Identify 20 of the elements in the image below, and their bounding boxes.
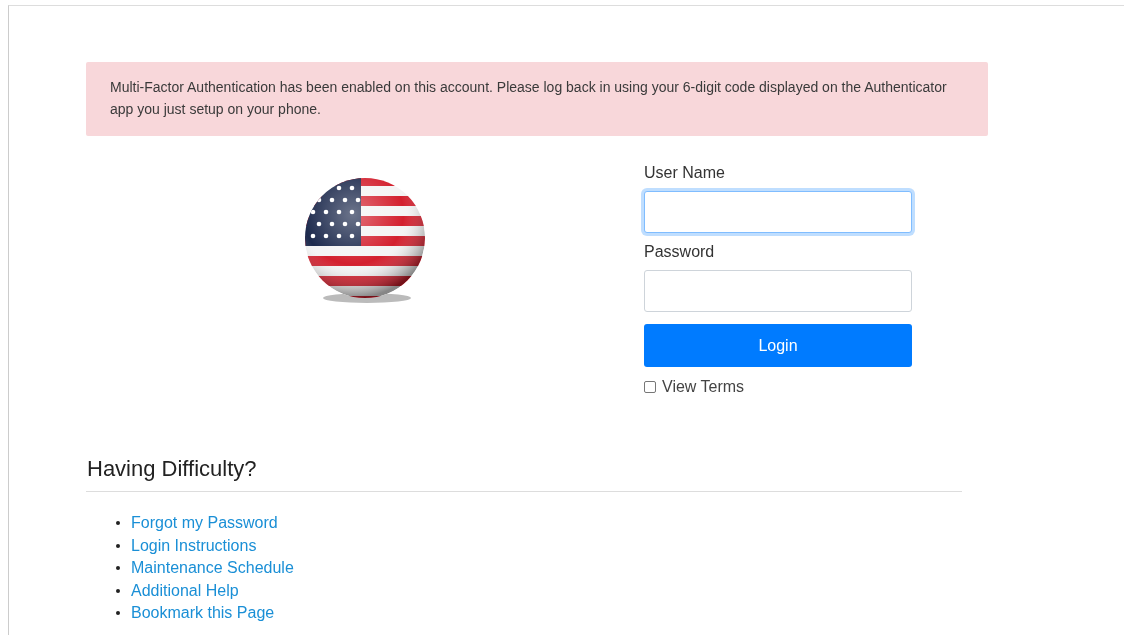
- username-field[interactable]: [644, 191, 912, 233]
- checkbox-label: View Terms: [662, 378, 745, 396]
- login-button[interactable]: Login: [644, 324, 912, 367]
- help-link[interactable]: Maintenance Schedule: [131, 559, 294, 578]
- bullet-icon: [116, 566, 120, 571]
- checkbox[interactable]: [644, 381, 656, 393]
- help-link[interactable]: Forgot my Password: [131, 514, 278, 533]
- help-link[interactable]: Bookmark this Page: [131, 604, 275, 623]
- password-field[interactable]: [644, 270, 912, 312]
- section-heading: Having Difficulty?: [86, 455, 258, 483]
- bullet-icon: [116, 588, 120, 593]
- bullet-icon: [116, 543, 120, 548]
- help-link[interactable]: Login Instructions: [131, 536, 257, 555]
- flag-globe-icon: [303, 176, 427, 304]
- bullet-icon: [116, 521, 120, 526]
- alert-message: Multi-Factor Authentication has been enabled on this account. Please log back in using your 6-digit code displayed on the Authenticator app you just setup on your phone.: [86, 62, 988, 136]
- field-label: Password: [644, 243, 716, 261]
- bullet-icon: [116, 611, 120, 616]
- field-label: User Name: [644, 164, 726, 182]
- help-link[interactable]: Additional Help: [131, 581, 239, 600]
